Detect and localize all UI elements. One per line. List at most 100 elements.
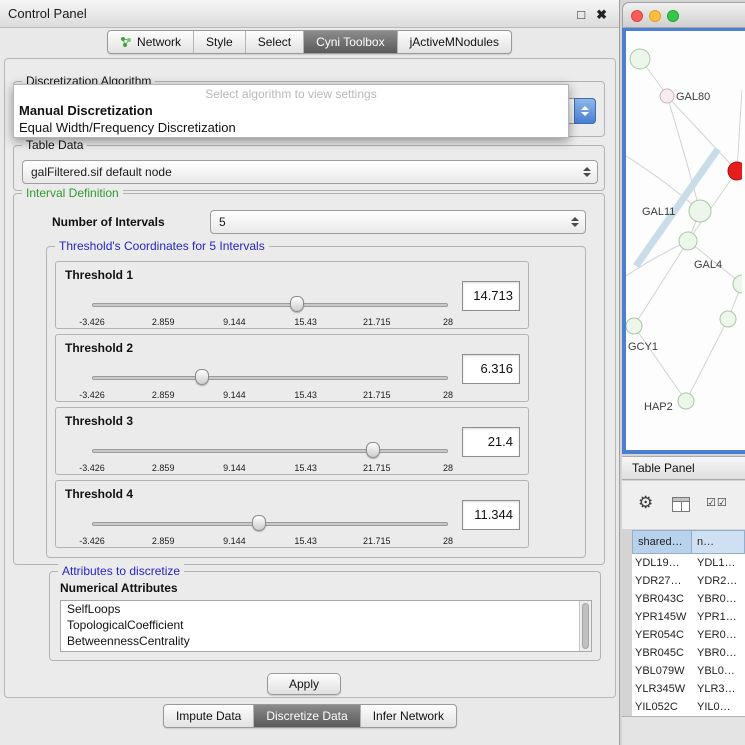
number-of-intervals-combobox[interactable]: 5 xyxy=(210,210,586,234)
slider-track[interactable] xyxy=(92,376,448,380)
tab-discretize-data[interactable]: Discretize Data xyxy=(254,705,360,727)
threshold-4-panel: Threshold 4 -3.426 2.859 9.144 15.43 21.… xyxy=(55,480,529,548)
network-node[interactable] xyxy=(630,49,650,69)
table-row[interactable]: YDR27…YDR2… xyxy=(632,572,745,590)
dropdown-option-equal-width[interactable]: Equal Width/Frequency Discretization xyxy=(19,120,236,135)
node-label: GAL11 xyxy=(642,206,675,218)
threshold-4-value-field[interactable]: 11.344 xyxy=(462,500,520,530)
panel-title: Control Panel xyxy=(8,6,87,21)
close-traffic-light-icon[interactable] xyxy=(631,10,643,22)
tick-label: 9.144 xyxy=(223,317,246,327)
cell-name: YBR0… xyxy=(692,644,745,662)
float-window-icon[interactable]: □ xyxy=(577,1,585,28)
tab-style[interactable]: Style xyxy=(194,31,246,53)
slider-track[interactable] xyxy=(92,449,448,453)
table-row[interactable]: YER054CYER0… xyxy=(632,626,745,644)
scrollbar-thumb[interactable] xyxy=(582,603,589,649)
tick-label: -3.426 xyxy=(79,536,105,546)
bottom-tab-segment: Impute Data Discretize Data Infer Networ… xyxy=(163,704,457,728)
threshold-1-slider[interactable] xyxy=(92,294,448,316)
table-row[interactable]: YBR043CYBR0… xyxy=(632,590,745,608)
cell-name: YLR3… xyxy=(692,680,745,698)
network-node[interactable] xyxy=(626,318,642,334)
tab-cyni-toolbox[interactable]: Cyni Toolbox xyxy=(304,31,397,53)
list-item[interactable]: SelfLoops xyxy=(61,601,591,617)
threshold-2-panel: Threshold 2 -3.426 2.859 9.144 15.43 21.… xyxy=(55,334,529,402)
numerical-attributes-list[interactable]: SelfLoops TopologicalCoefficient Between… xyxy=(60,600,592,652)
combobox-stepper-icon[interactable] xyxy=(574,98,596,124)
tick-label: 15.43 xyxy=(294,317,317,327)
threshold-4-label: Threshold 4 xyxy=(65,487,133,501)
minimize-traffic-light-icon[interactable] xyxy=(649,10,661,22)
selected-red-node[interactable] xyxy=(728,162,742,180)
tab-select[interactable]: Select xyxy=(246,31,304,53)
tab-jactivemnodules-label: jActiveMNodules xyxy=(410,35,499,49)
list-item[interactable]: TopologicalCoefficient xyxy=(61,617,591,633)
network-window-titlebar[interactable] xyxy=(622,2,745,28)
attributes-group-legend: Attributes to discretize xyxy=(58,564,184,578)
slider-thumb[interactable] xyxy=(252,515,266,531)
select-columns-checkboxes-icon[interactable]: ☑☑ xyxy=(706,496,728,509)
tick-label: 28 xyxy=(443,536,453,546)
list-scrollbar[interactable] xyxy=(579,601,591,651)
algorithm-dropdown-popup: Select algorithm to view settings Manual… xyxy=(13,84,569,138)
thresholds-coordinates-group: Threshold's Coordinates for 5 Intervals … xyxy=(46,246,586,558)
network-node[interactable] xyxy=(678,393,694,409)
number-of-intervals-label: Number of Intervals xyxy=(52,215,165,229)
tick-label: -3.426 xyxy=(79,390,105,400)
control-panel-titlebar: Control Panel □ ✖ xyxy=(0,0,619,28)
table-row[interactable]: YDL19…YDL1… xyxy=(632,554,745,572)
slider-track[interactable] xyxy=(92,522,448,526)
tick-label: 2.859 xyxy=(152,317,175,327)
tab-jactivemnodules[interactable]: jActiveMNodules xyxy=(398,31,511,53)
dropdown-placeholder: Select algorithm to view settings xyxy=(14,87,568,101)
tab-network[interactable]: Network xyxy=(108,31,194,53)
network-node[interactable] xyxy=(720,311,736,327)
table-row[interactable]: YLR345WYLR3… xyxy=(632,680,745,698)
columns-icon[interactable] xyxy=(672,497,690,512)
column-header-name[interactable]: n… xyxy=(692,530,745,554)
slider-thumb[interactable] xyxy=(366,442,380,458)
close-icon[interactable]: ✖ xyxy=(596,1,607,28)
zoom-traffic-light-icon[interactable] xyxy=(667,10,679,22)
threshold-2-slider[interactable] xyxy=(92,367,448,389)
table-data-selected-value: galFiltered.sif default node xyxy=(31,165,172,179)
node-label: HAP2 xyxy=(644,401,673,413)
cyni-toolbox-panel: Discretization Algorithm Select algorith… xyxy=(4,58,616,698)
network-node[interactable] xyxy=(679,232,697,250)
threshold-2-value-field[interactable]: 6.316 xyxy=(462,354,520,384)
list-item[interactable]: BetweennessCentrality xyxy=(61,633,591,649)
tab-impute-data[interactable]: Impute Data xyxy=(164,705,254,727)
threshold-3-slider[interactable] xyxy=(92,440,448,462)
table-row[interactable]: YPR145WYPR1… xyxy=(632,608,745,626)
slider-thumb[interactable] xyxy=(290,296,304,312)
cell-shared-name: YBL079W xyxy=(632,662,692,680)
cell-shared-name: YIL052C xyxy=(632,698,692,716)
threshold-3-value-field[interactable]: 21.4 xyxy=(462,427,520,457)
dropdown-option-manual-discretization[interactable]: Manual Discretization xyxy=(19,103,153,118)
table-panel-toolbar: ⚙ ☑☑ xyxy=(622,481,745,529)
screen: Control Panel □ ✖ Network Style Select C… xyxy=(0,0,745,745)
table-data-combobox[interactable]: galFiltered.sif default node xyxy=(22,160,598,184)
gear-icon[interactable]: ⚙ xyxy=(638,493,653,513)
table-row[interactable]: YIL052CYIL0… xyxy=(632,698,745,716)
slider-track[interactable] xyxy=(92,303,448,307)
cell-name: YBL0… xyxy=(692,662,745,680)
column-header-shared-name[interactable]: shared… xyxy=(632,530,692,554)
network-node[interactable] xyxy=(660,89,674,103)
table-row[interactable]: YBL079WYBL0… xyxy=(632,662,745,680)
table-row[interactable]: YBR045CYBR0… xyxy=(632,644,745,662)
apply-button[interactable]: Apply xyxy=(267,673,341,695)
network-view-canvas[interactable]: GAL80 GAL11 GAL4 GCY1 HAP2 xyxy=(622,28,745,454)
threshold-4-slider[interactable] xyxy=(92,513,448,535)
network-node[interactable] xyxy=(689,200,711,222)
threshold-1-label: Threshold 1 xyxy=(65,268,133,282)
combobox-stepper-icon xyxy=(583,167,591,177)
cell-name: YDL1… xyxy=(692,554,745,572)
tab-infer-network[interactable]: Infer Network xyxy=(361,705,456,727)
tick-label: 15.43 xyxy=(294,463,317,473)
slider-thumb[interactable] xyxy=(195,369,209,385)
threshold-1-value-field[interactable]: 14.713 xyxy=(462,281,520,311)
slider-scale: -3.426 2.859 9.144 15.43 21.715 28 xyxy=(92,463,448,474)
tick-label: 28 xyxy=(443,463,453,473)
